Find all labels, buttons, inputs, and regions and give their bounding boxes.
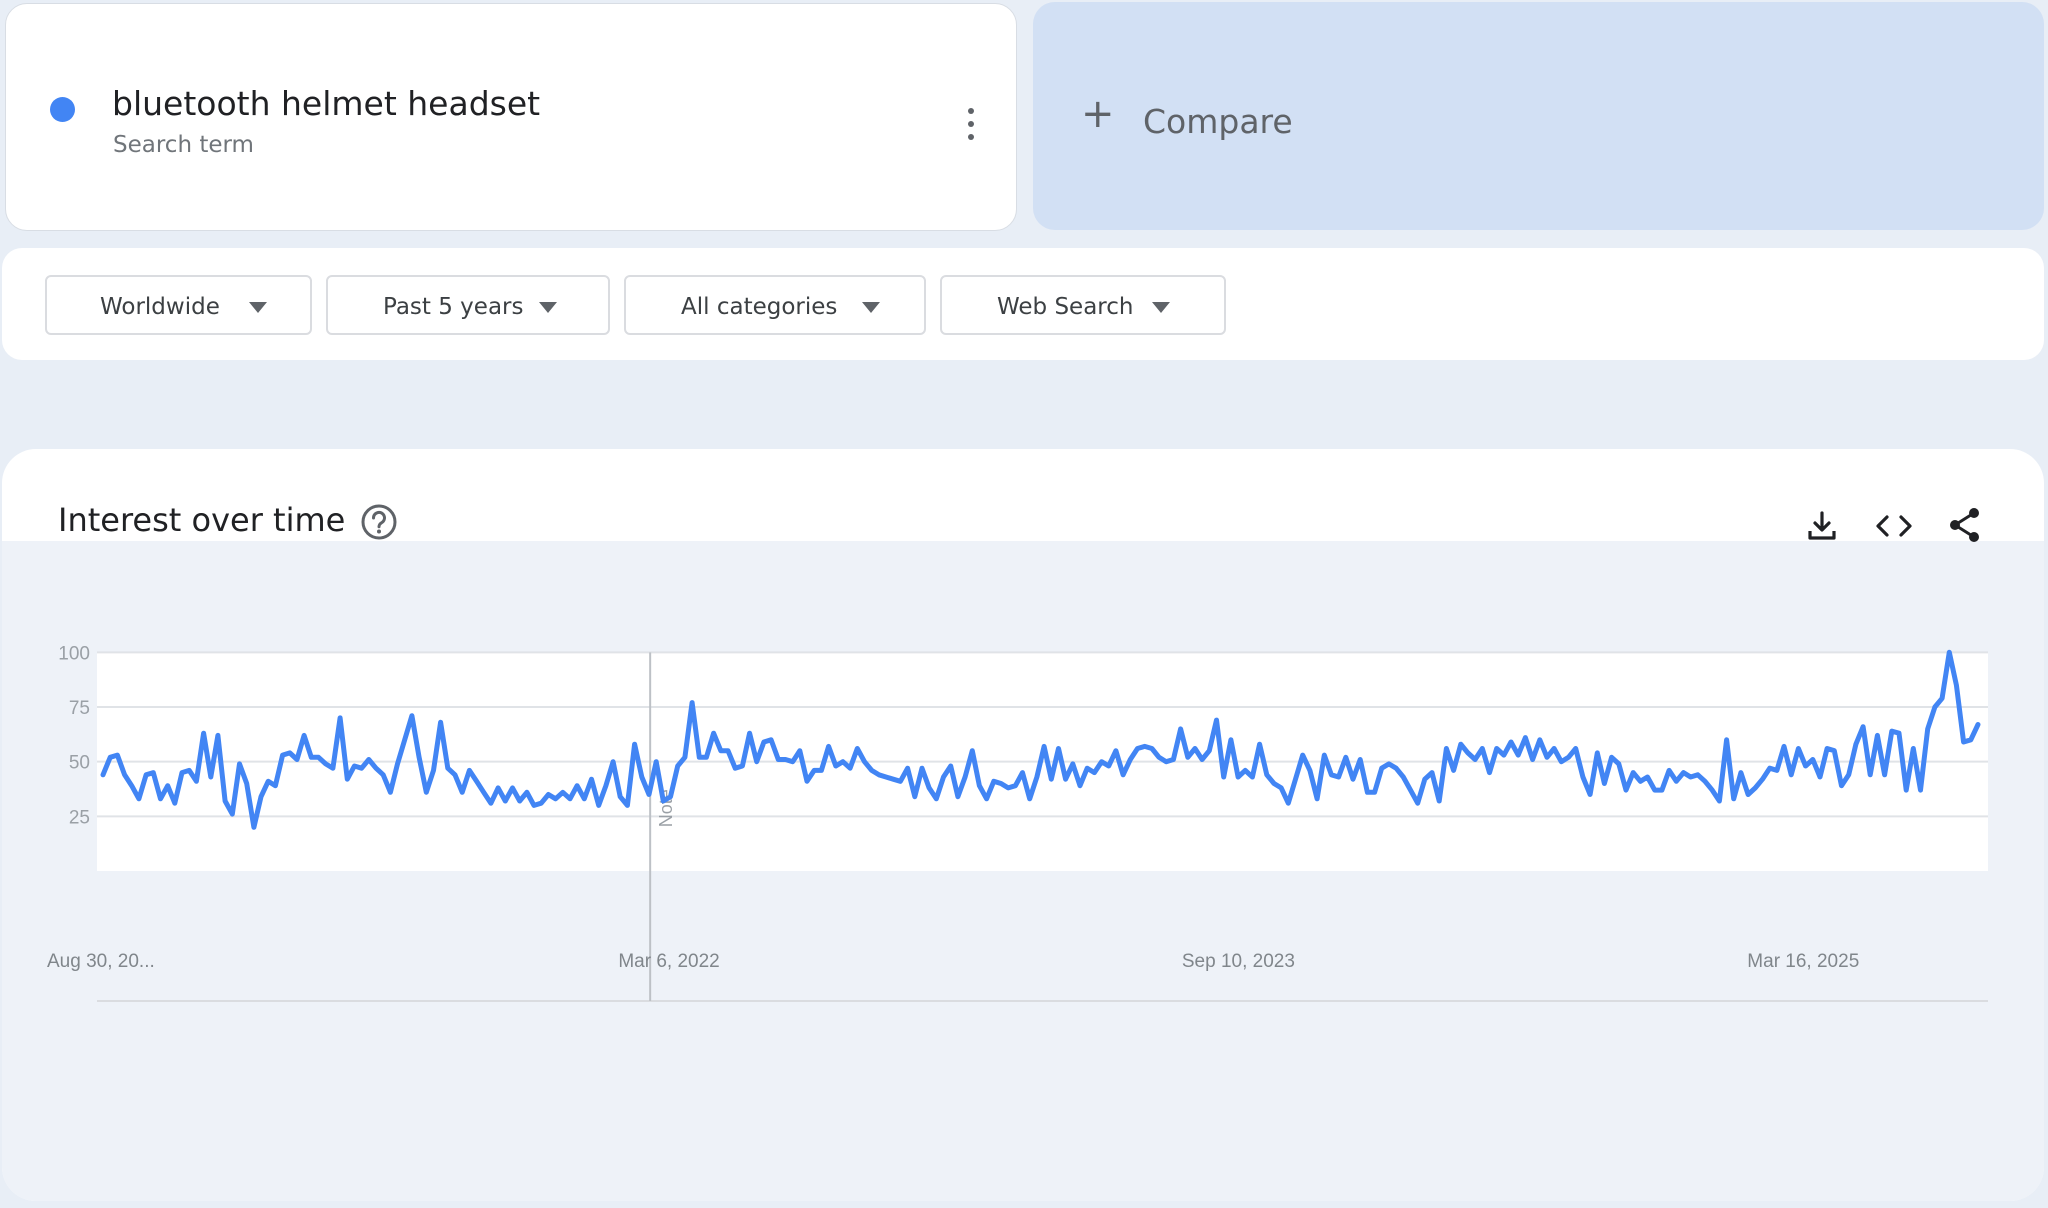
- more-options-icon[interactable]: [958, 104, 984, 144]
- chevron-down-icon: [862, 302, 880, 313]
- search-type-dropdown[interactable]: Web Search: [940, 275, 1226, 335]
- filter-bar: Worldwide Past 5 years All categories We…: [2, 248, 2044, 360]
- x-tick-label: Mar 16, 2025: [1747, 951, 1859, 972]
- compare-button[interactable]: + Compare: [1033, 2, 2044, 230]
- chevron-down-icon: [539, 302, 557, 313]
- series-color-dot: [50, 97, 75, 122]
- y-tick-label: 50: [69, 753, 90, 774]
- category-label: All categories: [681, 294, 838, 320]
- time-range-label: Past 5 years: [383, 294, 524, 320]
- x-tick-label: Aug 30, 20...: [47, 951, 155, 972]
- region-label: Worldwide: [100, 294, 220, 320]
- chevron-down-icon: [1152, 302, 1170, 313]
- search-term-subtitle: Search term: [113, 132, 254, 158]
- share-icon[interactable]: [1946, 505, 1984, 545]
- category-dropdown[interactable]: All categories: [624, 275, 926, 335]
- section-title: Interest over time: [58, 501, 346, 539]
- x-tick-label: Mar 6, 2022: [618, 951, 719, 972]
- interest-line-chart: 100755025 NoteAug 30, 20... Mar 6, 2022 Sep…: [47, 643, 1988, 1002]
- x-tick-label: Sep 10, 2023: [1182, 951, 1295, 972]
- chevron-down-icon: [249, 302, 267, 313]
- help-icon[interactable]: [360, 503, 398, 541]
- region-dropdown[interactable]: Worldwide: [45, 275, 312, 335]
- interest-over-time-card: 100 75 50 25 Note Aug 30, 20... Mar 6, 2022 Sep…: [2, 449, 2044, 1201]
- google-trends-page: bluetooth helmet headset Search term + C…: [0, 0, 2048, 1208]
- search-term-name[interactable]: bluetooth helmet headset: [112, 84, 540, 123]
- y-tick-label: 100: [58, 643, 90, 664]
- y-tick-label: 25: [69, 807, 90, 828]
- plus-icon: +: [1081, 91, 1115, 137]
- time-range-dropdown[interactable]: Past 5 years: [326, 275, 610, 335]
- plot-area: 100 75 50 25 Note Aug 30, 20... Mar 6, 2022 Sep…: [2, 541, 2044, 1201]
- embed-icon[interactable]: [1874, 509, 1914, 543]
- y-tick-label: 75: [69, 698, 90, 719]
- search-term-card[interactable]: bluetooth helmet headset Search term: [5, 3, 1017, 231]
- compare-label: Compare: [1143, 102, 1293, 141]
- download-icon[interactable]: [1805, 509, 1839, 543]
- search-type-label: Web Search: [997, 294, 1134, 320]
